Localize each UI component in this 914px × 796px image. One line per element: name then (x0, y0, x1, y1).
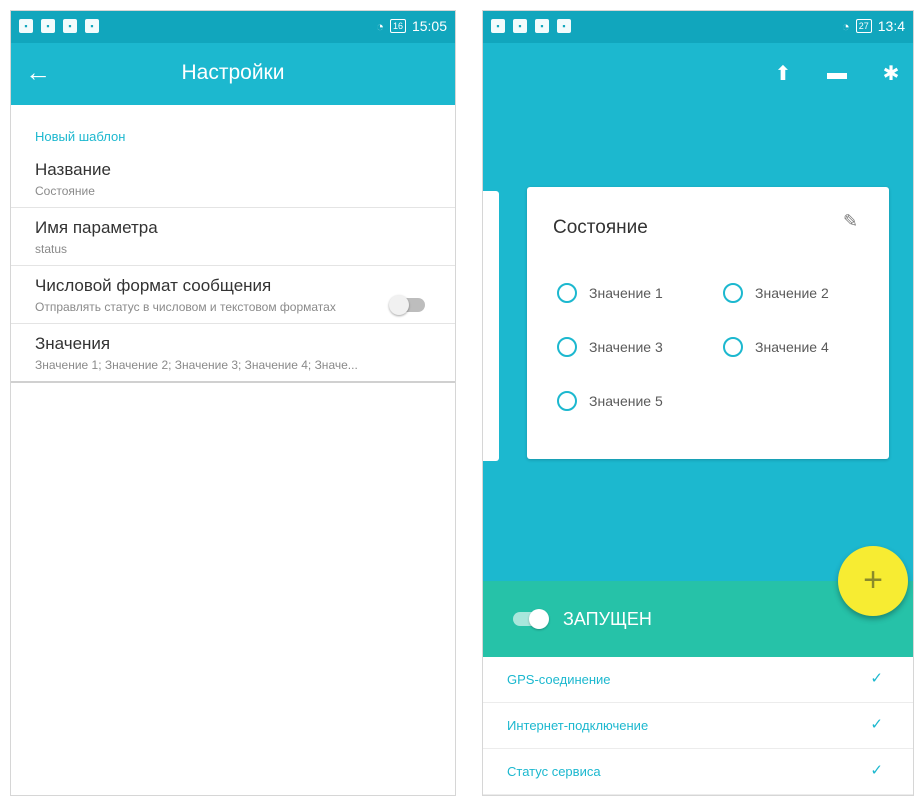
service-toggle[interactable] (513, 609, 549, 629)
status-label: Интернет-подключение (507, 718, 649, 733)
wifi-icon: ◔ (841, 18, 850, 34)
radio-option[interactable]: Значение 2 (723, 283, 829, 303)
edit-pencil-icon[interactable]: ✎ (843, 211, 867, 235)
clock: 15:05 (411, 18, 447, 34)
numeric-format-toggle[interactable] (389, 295, 425, 315)
radio-option[interactable]: Значение 5 (557, 391, 663, 411)
card-title: Состояние (553, 217, 648, 238)
radio-label: Значение 2 (755, 285, 829, 301)
pref-values[interactable]: Значения Значение 1; Значение 2; Значени… (11, 324, 455, 383)
notification-icon: ▪ (19, 19, 33, 33)
plus-icon: + (863, 561, 883, 599)
location-icon: ▪ (85, 19, 99, 33)
battery-icon: 16 (389, 19, 406, 33)
pref-title: Значения (35, 334, 111, 353)
status-row-service: Статус сервиса ✓ (483, 749, 913, 795)
radio-button[interactable] (723, 337, 743, 357)
message-icon: ▪ (41, 19, 55, 33)
radio-button[interactable] (557, 337, 577, 357)
image-icon: ▪ (535, 19, 549, 33)
notification-icons: ▪ ▪ ▪ ▪ (19, 19, 99, 33)
radio-option[interactable]: Значение 3 (557, 337, 663, 357)
message-icon: ▪ (513, 19, 527, 33)
status-right: ◔ 27 13:4 (842, 18, 905, 34)
radio-button[interactable] (557, 391, 577, 411)
settings-gear-icon[interactable]: ✱ (879, 61, 903, 85)
radio-label: Значение 5 (589, 393, 663, 409)
pref-numeric-format[interactable]: Числовой формат сообщения Отправлять ста… (11, 266, 455, 324)
upload-icon[interactable]: ⬆ (771, 61, 795, 85)
clock: 13:4 (877, 18, 905, 34)
previous-card-peek[interactable] (483, 191, 499, 461)
main-screen: ▪ ▪ ▪ ▪ ◔ 27 13:4 ⬆ ▬ ✱ Состояние ✎ Знач… (482, 10, 914, 796)
wifi-icon: ◔ (376, 18, 384, 34)
battery-icon: 27 (855, 19, 872, 33)
template-card[interactable]: Состояние ✎ Значение 1 Значение 2 Значен… (527, 187, 889, 459)
add-template-button[interactable]: + (838, 546, 908, 616)
settings-screen: ▪ ▪ ▪ ▪ ◔ 16 15:05 ← Настройки Новый шаб… (10, 10, 456, 796)
radio-option[interactable]: Значение 1 (557, 283, 663, 303)
pref-param-name[interactable]: Имя параметра status (11, 208, 455, 266)
pref-summary: Отправлять статус в числовом и текстовом… (35, 300, 336, 314)
radio-label: Значение 3 (589, 339, 663, 355)
toggle-knob (389, 295, 409, 315)
status-right: ◔ 16 15:05 (376, 18, 447, 34)
status-label: GPS-соединение (507, 672, 611, 687)
radio-label: Значение 4 (755, 339, 829, 355)
radio-option[interactable]: Значение 4 (723, 337, 829, 357)
check-icon: ✓ (870, 762, 883, 779)
video-icon[interactable]: ▬ (825, 61, 849, 85)
status-label: Статус сервиса (507, 764, 601, 779)
radio-label: Значение 1 (589, 285, 663, 301)
notification-icons: ▪ ▪ ▪ ▪ (491, 19, 571, 33)
status-row-internet: Интернет-подключение ✓ (483, 703, 913, 749)
section-header: Новый шаблон (35, 129, 126, 144)
pref-title: Название (35, 160, 111, 179)
pref-name[interactable]: Название Состояние (11, 150, 455, 208)
pref-summary: Состояние (35, 184, 95, 198)
status-row-gps: GPS-соединение ✓ (483, 657, 913, 703)
check-icon: ✓ (870, 716, 883, 733)
service-state-label: ЗАПУЩЕН (563, 609, 652, 629)
status-bar: ▪ ▪ ▪ ▪ ◔ 16 15:05 (11, 11, 455, 43)
pref-title: Числовой формат сообщения (35, 276, 272, 295)
notification-icon: ▪ (491, 19, 505, 33)
location-icon: ▪ (557, 19, 571, 33)
pref-summary: status (35, 242, 68, 256)
pref-title: Имя параметра (35, 218, 158, 237)
pref-summary: Значение 1; Значение 2; Значение 3; Знач… (35, 358, 358, 372)
page-title: Настройки (181, 61, 285, 84)
radio-button[interactable] (557, 283, 577, 303)
toggle-knob (529, 609, 549, 629)
status-bar: ▪ ▪ ▪ ▪ ◔ 27 13:4 (483, 11, 913, 43)
app-toolbar: ← Настройки (11, 43, 455, 105)
status-list: GPS-соединение ✓ Интернет-подключение ✓ … (483, 657, 913, 795)
app-toolbar: ⬆ ▬ ✱ (483, 43, 913, 105)
check-icon: ✓ (870, 670, 883, 687)
image-icon: ▪ (63, 19, 77, 33)
toolbar-actions: ⬆ ▬ ✱ (771, 61, 903, 85)
radio-button[interactable] (723, 283, 743, 303)
